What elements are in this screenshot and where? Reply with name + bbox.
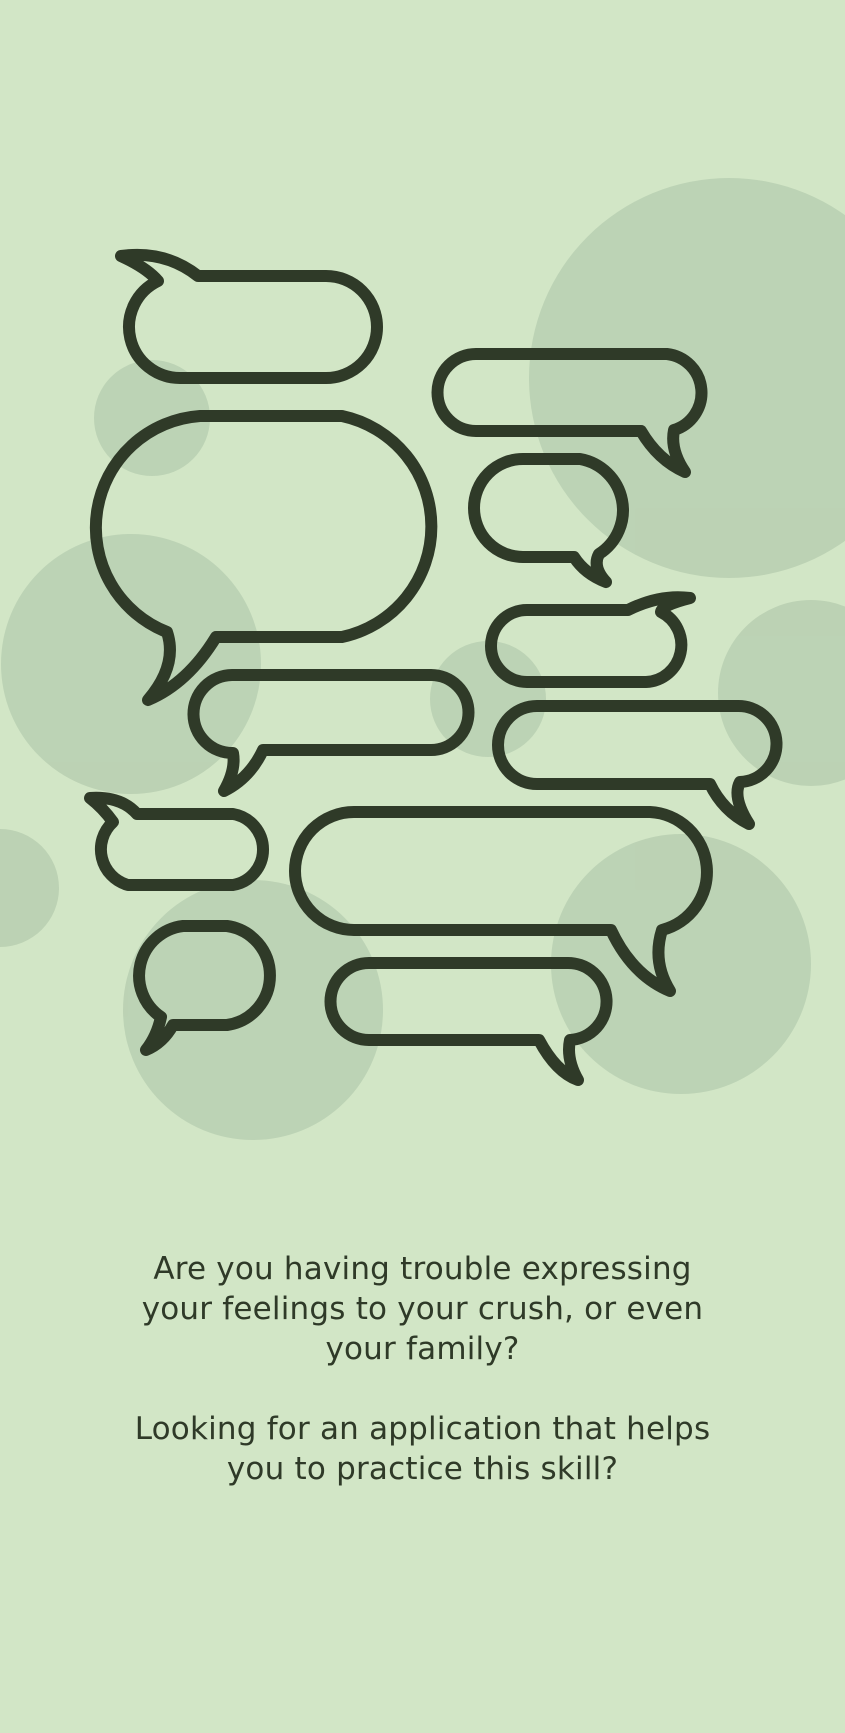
intro-pitch-text: Looking for an application that helps yo… — [134, 1411, 711, 1487]
background-circle — [529, 178, 845, 578]
speech-bubble-icon — [84, 791, 269, 891]
onboarding-screen: Are you having trouble expressing your f… — [0, 0, 845, 1733]
speech-bubble-icon — [115, 248, 383, 384]
background-circle — [0, 829, 59, 947]
speech-bubbles-illustration — [0, 178, 845, 1140]
background-circle — [718, 600, 845, 786]
intro-question-text: Are you having trouble expressing your f… — [141, 1251, 704, 1367]
